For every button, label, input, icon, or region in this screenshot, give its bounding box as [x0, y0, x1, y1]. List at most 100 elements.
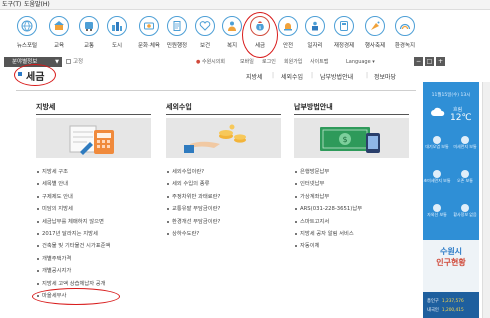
list-item[interactable]: 세외수입이란? [166, 166, 281, 178]
column-title[interactable]: 세외수입 [166, 102, 192, 112]
column-divider [294, 114, 409, 115]
svg-text:$: $ [342, 135, 347, 144]
person-icon [222, 16, 242, 36]
list-item[interactable]: 스마트고지서 [294, 216, 409, 228]
list-item[interactable]: 자동이체 [294, 240, 409, 252]
tab-payment-guide[interactable]: 납부방법안내 [320, 72, 353, 81]
job-icon [305, 16, 325, 36]
sitemap-link[interactable]: 사이트맵 [310, 57, 328, 67]
tab-info[interactable]: 정보마당 [374, 72, 396, 81]
list-item[interactable]: 지방세 구조 [36, 166, 151, 178]
category-civil-affairs[interactable]: 민원행정 [164, 12, 190, 56]
calculator-icon [334, 16, 354, 36]
tab-separator: | [311, 72, 314, 79]
column-title[interactable]: 납부방법안내 [294, 102, 333, 112]
category-label: 환경녹지 [394, 43, 416, 49]
list-item[interactable]: 교통유발 부담금이란? [166, 203, 281, 215]
category-news-portal[interactable]: 뉴스포털 [14, 12, 40, 56]
weather-panel: 11월15일(수) 13시 흐림 12℃ 대기오염 보통 미세먼지 보통 초미세… [423, 82, 479, 240]
status-dot-icon [461, 170, 469, 178]
category-welfare[interactable]: 복지 [219, 12, 245, 56]
pin-checkbox-label: 고정 [73, 59, 84, 65]
category-finance-economy[interactable]: 재정경제 [331, 12, 357, 56]
list-item[interactable]: 건축물 및 기타물건 시가표준액 [36, 240, 151, 252]
school-icon [49, 16, 69, 36]
air-quality-cell: 오존 보통 [451, 168, 479, 188]
list-item[interactable]: 지방세 고액 상습체납자 공개 [36, 278, 151, 290]
list-item[interactable]: 인터넷납부 [294, 178, 409, 190]
login-link[interactable]: 로그인 [262, 57, 276, 67]
list-item[interactable]: 세외 수입의 종류 [166, 178, 281, 190]
pin-checkbox[interactable] [66, 59, 71, 64]
weather-temperature: 12℃ [450, 113, 472, 123]
list-item[interactable]: 세목별 안내 [36, 178, 151, 190]
tab-non-tax-revenue[interactable]: 세외수입 [281, 72, 303, 81]
category-tax[interactable]: $ 세금 [247, 12, 273, 56]
column-title[interactable]: 지방세 [36, 102, 55, 112]
air-quality-cell: 미세먼지 보통 [451, 134, 479, 154]
category-festival[interactable]: 행사축제 [362, 12, 388, 56]
list-item[interactable]: 지방세 공자 알림 서비스 [294, 228, 409, 240]
category-label: 일자리 [307, 43, 323, 49]
cloud-icon [431, 107, 445, 116]
city-icon [107, 16, 127, 36]
calculator-illustration [36, 118, 151, 158]
weather-date: 11월15일(수) 13시 [431, 93, 471, 98]
local-tax-list: 지방세 구조 세목별 안내 구제제도 안내 미담의 지방세 세금납부를 체매하지… [36, 166, 151, 302]
document-icon [167, 16, 187, 36]
list-item[interactable]: 개별주택가격 [36, 253, 151, 265]
category-select[interactable]: 분야별정보 ▼ [4, 57, 62, 67]
list-item[interactable]: 마을세무사 [36, 290, 151, 302]
category-jobs[interactable]: 일자리 [302, 12, 328, 56]
category-culture-sports[interactable]: 문화·체육 [136, 12, 162, 56]
zoom-in-button[interactable]: + [436, 57, 445, 66]
list-item[interactable]: 세금납부를 체매하지 않으면 [36, 216, 151, 228]
list-item[interactable]: ARS(031-228-3651)납부 [294, 203, 409, 215]
banknote-illustration: $ [294, 118, 409, 158]
status-dot-icon [461, 136, 469, 144]
menu-bar: 도구(T) 도움말(H) [0, 0, 490, 10]
heart-icon [195, 16, 215, 36]
list-item[interactable]: 은행방문납부 [294, 166, 409, 178]
category-city[interactable]: 도시 [104, 12, 130, 56]
list-item[interactable]: 개별공시지가 [36, 265, 151, 277]
bullet-icon: ● [196, 59, 201, 65]
menu-help[interactable]: 도움말(H) [24, 0, 50, 10]
chevron-down-icon: ▼ [55, 59, 59, 65]
menu-tools[interactable]: 도구(T) [2, 0, 21, 10]
list-item[interactable]: 구제제도 안내 [36, 191, 151, 203]
list-item[interactable]: 환경개선 부담금이란? [166, 216, 281, 228]
list-item[interactable]: 상하수도란? [166, 228, 281, 240]
list-item[interactable]: 2017년 달라지는 지방세 [36, 228, 151, 240]
title-marker-icon [18, 72, 22, 76]
zoom-reset-button[interactable]: □ [425, 57, 434, 66]
category-label: 교육 [53, 43, 65, 49]
coins-illustration [166, 118, 281, 158]
language-select[interactable]: Language ▾ [346, 57, 375, 67]
list-item[interactable]: 주정차위반 과태료란? [166, 191, 281, 203]
category-education[interactable]: 교육 [46, 12, 72, 56]
category-health[interactable]: 보건 [192, 12, 218, 56]
category-traffic[interactable]: 교통 [76, 12, 102, 56]
list-item[interactable]: 미담의 지방세 [36, 203, 151, 215]
population-stats[interactable]: 총인구 1,237,576 내국인 1,200,415 [423, 292, 479, 318]
council-link[interactable]: ● 수원시의회 [196, 57, 225, 67]
category-icon-row: 뉴스포털 교육 교통 도시 문화·체육 민원행정 보건 복지 $ 세금 안전 일… [0, 12, 490, 58]
list-item[interactable]: 가상계좌납부 [294, 191, 409, 203]
category-safety[interactable]: 안전 [275, 12, 301, 56]
status-dot-icon [433, 170, 441, 178]
zoom-out-button[interactable]: − [414, 57, 423, 66]
page-title: 세금 [26, 72, 45, 83]
tab-separator: | [366, 72, 369, 79]
category-label: 행사축제 [364, 43, 386, 49]
category-environment[interactable]: 환경녹지 [392, 12, 418, 56]
bus-icon [79, 16, 99, 36]
population-total: 총인구 1,237,576 [427, 299, 464, 304]
vertical-scrollbar[interactable] [482, 82, 490, 318]
category-label: 도시 [111, 43, 123, 49]
mobile-link[interactable]: 모바일 [240, 57, 254, 67]
tab-local-tax[interactable]: 지방세 [246, 72, 263, 81]
non-tax-revenue-list: 세외수입이란? 세외 수입의 종류 주정차위반 과태료란? 교통유발 부담금이란… [166, 166, 281, 240]
category-label: 뉴스포털 [16, 43, 38, 49]
signup-link[interactable]: 회원가입 [284, 57, 302, 67]
